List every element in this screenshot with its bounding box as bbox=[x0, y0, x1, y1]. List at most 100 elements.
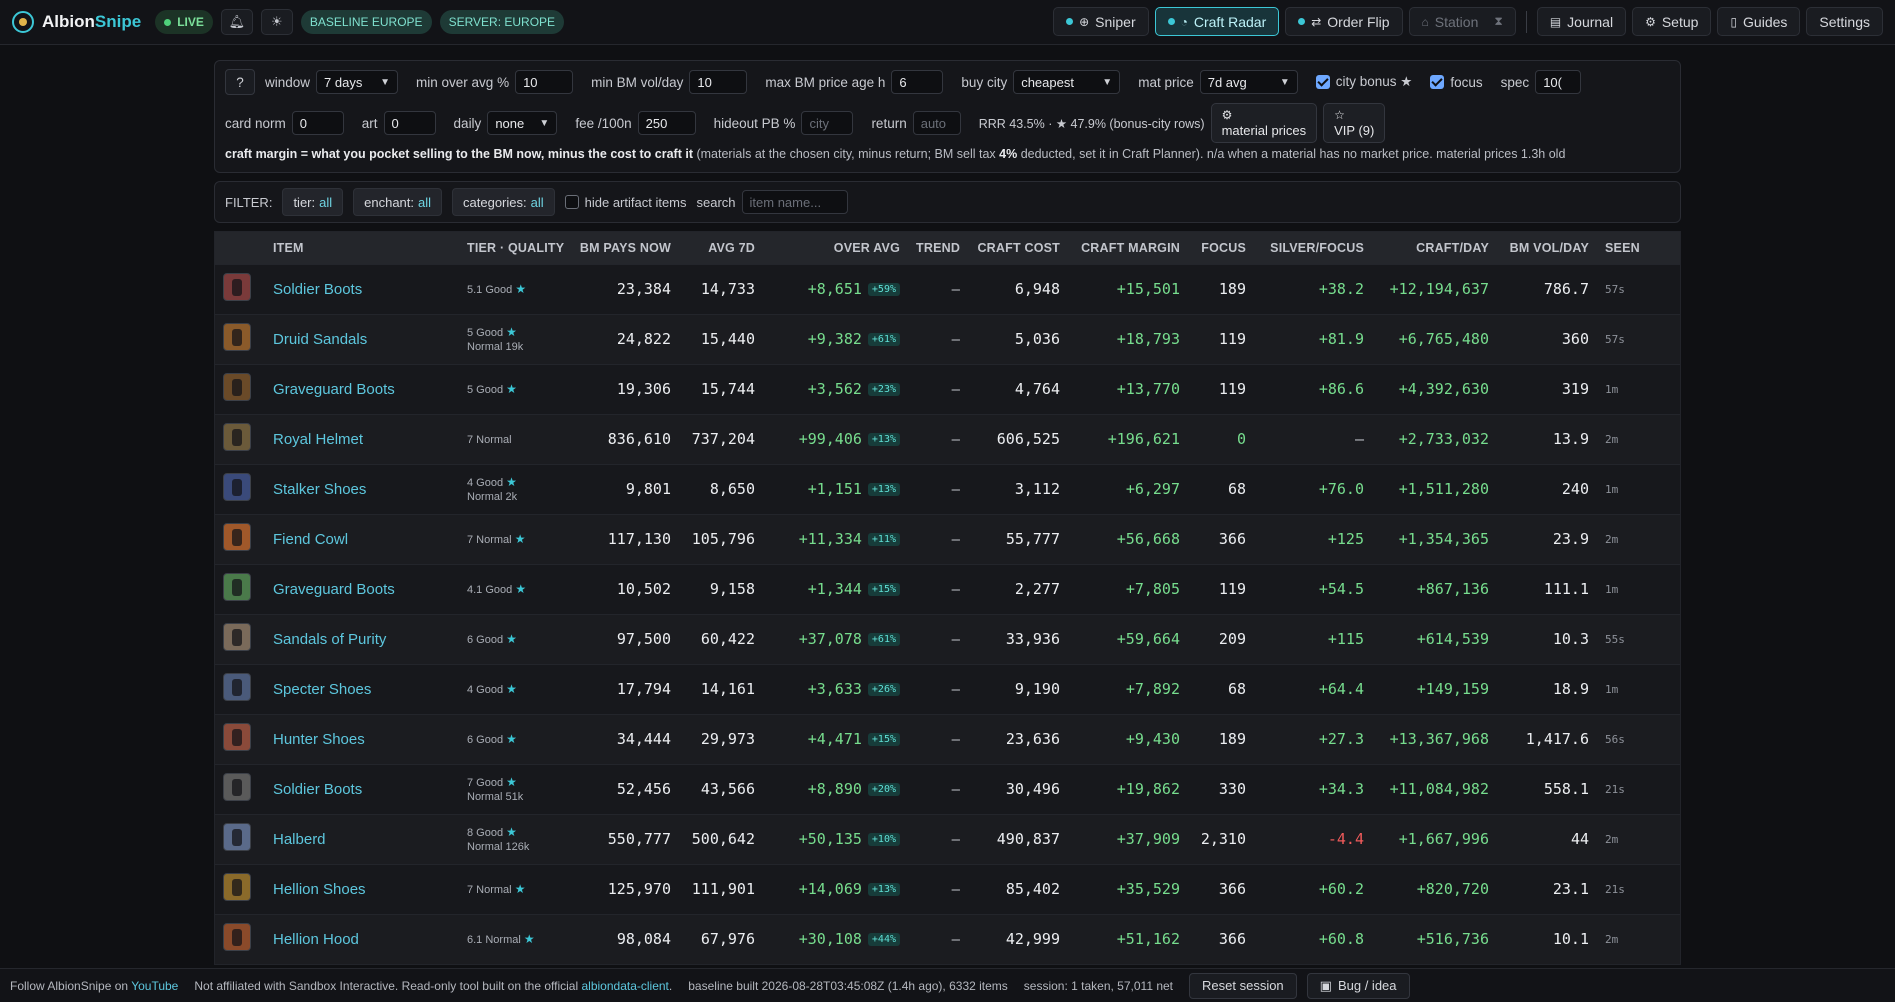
item-name-link[interactable]: Hunter Shoes bbox=[273, 731, 365, 748]
table-row[interactable]: Hellion Shoes 7 Normal ★ 125,970 111,901 +14… bbox=[215, 863, 1680, 914]
col-bm-pays-now[interactable]: BM PAYS NOW bbox=[559, 232, 679, 264]
over-avg-percent-badge: +59% bbox=[867, 283, 900, 296]
table-row[interactable]: Soldier Boots 7 Good ★ Normal 51k 52,456 43,… bbox=[215, 763, 1680, 814]
search-input[interactable]: item name... bbox=[741, 190, 848, 214]
table-row[interactable]: Halberd 8 Good ★ Normal 126k 550,777 500,642… bbox=[215, 813, 1680, 864]
col-craft-cost[interactable]: CRAFT COST bbox=[968, 232, 1068, 264]
col-focus[interactable]: FOCUS bbox=[1188, 232, 1254, 264]
table-row[interactable]: Specter Shoes 4 Good ★ 17,794 14,161 +3,633 +… bbox=[215, 663, 1680, 714]
over-avg-value: +8,890 bbox=[807, 780, 862, 798]
item-name-link[interactable]: Specter Shoes bbox=[273, 681, 371, 698]
settings-row-2: card norm 0 art 0 daily none ▼ fee /100n … bbox=[225, 103, 1670, 143]
material-prices-button[interactable]: ⚙︎ material prices bbox=[1210, 103, 1318, 143]
craft-margin-cell: +13,770 bbox=[1068, 363, 1188, 414]
vip-label: VIP (9) bbox=[1334, 123, 1375, 138]
enchant-filter-button[interactable]: enchant: all bbox=[353, 188, 443, 216]
notifications-button[interactable]: 🔔︎ bbox=[220, 9, 253, 35]
min-bm-vol-input[interactable]: 10 bbox=[689, 70, 748, 94]
col-bm-vol-day[interactable]: BM VOL/DAY bbox=[1497, 232, 1597, 264]
col-craft-margin[interactable]: CRAFT MARGIN bbox=[1068, 232, 1188, 264]
col-silver-focus[interactable]: SILVER/FOCUS bbox=[1254, 232, 1372, 264]
item-name-link[interactable]: Soldier Boots bbox=[273, 781, 362, 798]
table-row[interactable]: Soldier Boots 5.1 Good ★ 23,384 14,733 +8,65… bbox=[215, 263, 1680, 314]
vip-button[interactable]: ☆ VIP (9) bbox=[1323, 103, 1386, 143]
max-bm-age-input[interactable]: 6 bbox=[891, 70, 944, 94]
item-name-link[interactable]: Hellion Hood bbox=[273, 931, 359, 948]
nav-sniper[interactable]: ⊕ Sniper bbox=[1053, 7, 1149, 36]
item-name-link[interactable]: Soldier Boots bbox=[273, 281, 362, 298]
tier-quality-cell: 6 Good ★ bbox=[459, 713, 559, 764]
col-avg-7d[interactable]: AVG 7D bbox=[679, 232, 763, 264]
hideout-input[interactable]: city bbox=[801, 111, 854, 135]
brand[interactable]: AlbionSnipe bbox=[12, 11, 141, 33]
col-tier-quality[interactable]: TIER · QUALITY bbox=[459, 232, 564, 264]
silver-per-focus-cell: +125 bbox=[1254, 513, 1372, 564]
seen-cell: 2m bbox=[1597, 513, 1680, 564]
city-bonus-checkbox[interactable] bbox=[1315, 75, 1330, 89]
hide-artifact-checkbox[interactable] bbox=[564, 195, 579, 209]
albiondata-client-link[interactable]: albiondata-client bbox=[582, 979, 669, 993]
over-avg-value: +30,108 bbox=[798, 930, 862, 949]
categories-filter-button[interactable]: categories: all bbox=[452, 188, 555, 216]
table-row[interactable]: Stalker Shoes 4 Good ★ Normal 2k 9,801 8,650… bbox=[215, 463, 1680, 514]
item-name-link[interactable]: Graveguard Boots bbox=[273, 381, 395, 398]
over-avg-value: +1,344 bbox=[807, 580, 862, 598]
item-name-link[interactable]: Halberd bbox=[273, 831, 326, 848]
server-badge[interactable]: SERVER: EUROPE bbox=[439, 10, 565, 34]
item-name-link[interactable]: Fiend Cowl bbox=[273, 531, 348, 548]
fee-input[interactable]: 250 bbox=[637, 111, 696, 135]
nav-settings[interactable]: Settings bbox=[1806, 7, 1883, 36]
table-row[interactable]: Fiend Cowl 7 Normal ★ 117,130 105,796 +11,33… bbox=[215, 513, 1680, 564]
item-name-link[interactable]: Druid Sandals bbox=[273, 331, 367, 348]
daily-select[interactable]: none ▼ bbox=[487, 111, 558, 135]
nav-setup[interactable]: ⚙︎ Setup bbox=[1632, 7, 1712, 36]
window-select[interactable]: 7 days ▼ bbox=[316, 70, 399, 94]
table-row[interactable]: Druid Sandals 5 Good ★ Normal 19k 24,822 15,… bbox=[215, 313, 1680, 364]
buy-city-select[interactable]: cheapest ▼ bbox=[1013, 70, 1121, 94]
card-norm-input[interactable]: 0 bbox=[291, 111, 344, 135]
nav-craft-radar[interactable]: ◔ Craft Radar bbox=[1154, 7, 1280, 36]
item-name-link[interactable]: Royal Helmet bbox=[273, 431, 363, 448]
enchant-filter-value: all bbox=[418, 194, 432, 210]
table-row[interactable]: Sandals of Purity 6 Good ★ 97,500 60,422 +37… bbox=[215, 613, 1680, 664]
min-over-avg-input[interactable]: 10 bbox=[515, 70, 574, 94]
col-item[interactable]: ITEM bbox=[265, 232, 459, 264]
nav-order-flip[interactable]: ⇄ Order Flip bbox=[1285, 7, 1403, 36]
bm-pays-now-cell: 52,456 bbox=[559, 763, 679, 814]
col-trend[interactable]: TREND bbox=[908, 232, 968, 264]
item-name-link[interactable]: Stalker Shoes bbox=[273, 481, 366, 498]
nav-journal[interactable]: ▤ Journal bbox=[1536, 7, 1627, 36]
table-row[interactable]: Hunter Shoes 6 Good ★ 34,444 29,973 +4,471 +1… bbox=[215, 713, 1680, 764]
item-name-link[interactable]: Sandals of Purity bbox=[273, 631, 386, 648]
tier-filter-button[interactable]: tier: all bbox=[282, 188, 344, 216]
silver-per-focus-cell: +76.0 bbox=[1254, 463, 1372, 514]
bug-idea-button[interactable]: ▣ Bug / idea bbox=[1306, 972, 1410, 999]
table-row[interactable]: Graveguard Boots 5 Good ★ 19,306 15,744 +3,5… bbox=[215, 363, 1680, 414]
item-name-cell: Hellion Shoes bbox=[265, 863, 459, 914]
help-button[interactable]: ? bbox=[225, 69, 255, 95]
nav-station[interactable]: ⌂ Station ⧗ bbox=[1408, 7, 1516, 36]
spec-input[interactable]: 10( bbox=[1535, 70, 1582, 94]
mat-price-select[interactable]: 7d avg ▼ bbox=[1199, 70, 1298, 94]
nav-settings-label: Settings bbox=[1819, 13, 1870, 30]
table-row[interactable]: Graveguard Boots 4.1 Good ★ 10,502 9,158 +1,… bbox=[215, 563, 1680, 614]
col-craft-day[interactable]: CRAFT/DAY bbox=[1372, 232, 1497, 264]
theme-toggle-button[interactable]: ☀︎ bbox=[260, 9, 293, 35]
col-over-avg[interactable]: OVER AVG bbox=[763, 232, 908, 264]
craft-cost-cell: 6,948 bbox=[968, 263, 1068, 314]
col-seen[interactable]: SEEN bbox=[1597, 232, 1680, 264]
item-name-link[interactable]: Hellion Shoes bbox=[273, 881, 366, 898]
nav-guides[interactable]: ▯ Guides bbox=[1717, 7, 1801, 36]
craft-margin-cell: +9,430 bbox=[1068, 713, 1188, 764]
trend-cell: – bbox=[908, 463, 968, 514]
table-row[interactable]: Hellion Hood 6.1 Normal ★ 98,084 67,976 +30,… bbox=[215, 913, 1680, 964]
reset-session-button[interactable]: Reset session bbox=[1189, 972, 1297, 999]
item-icon bbox=[223, 373, 251, 401]
table-row[interactable]: Royal Helmet 7 Normal 836,610 737,204 +99,4… bbox=[215, 413, 1680, 464]
art-input[interactable]: 0 bbox=[383, 111, 436, 135]
focus-checkbox[interactable] bbox=[1430, 75, 1445, 89]
over-avg-cell: +3,562 +23% bbox=[763, 363, 908, 414]
return-input[interactable]: auto bbox=[912, 111, 961, 135]
item-name-link[interactable]: Graveguard Boots bbox=[273, 581, 395, 598]
youtube-link[interactable]: YouTube bbox=[131, 979, 178, 993]
